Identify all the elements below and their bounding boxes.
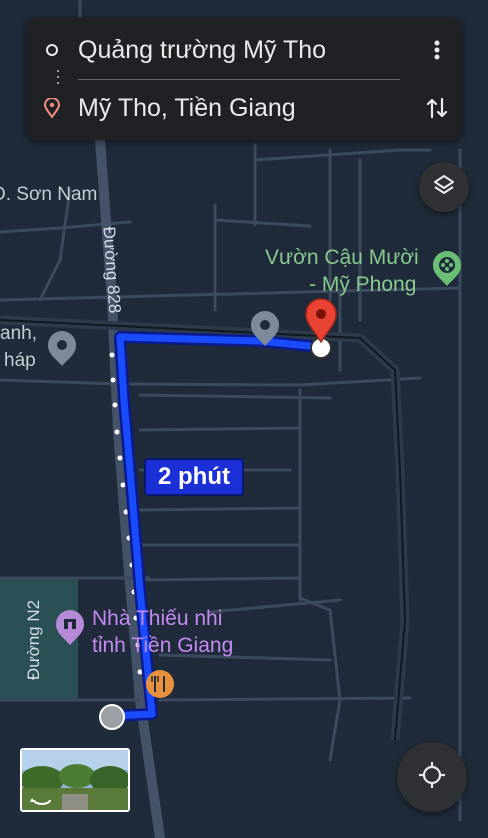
origin-row[interactable]: Quảng trường Mỹ Tho <box>26 24 462 76</box>
origin-text[interactable]: Quảng trường Mỹ Tho <box>78 36 412 65</box>
restaurant-pin-icon[interactable] <box>146 670 174 698</box>
route-duration-badge[interactable]: 2 phút <box>144 458 244 496</box>
destination-row[interactable]: Mỹ Tho, Tiền Giang <box>26 82 462 134</box>
directions-card: Quảng trường Mỹ Tho Mỹ Tho, Tiền Giang <box>26 18 462 140</box>
road-label-son-nam: Đ. Sơn Nam <box>0 184 98 205</box>
layers-button[interactable] <box>419 162 469 212</box>
layers-icon <box>432 173 456 202</box>
my-location-icon <box>417 760 447 795</box>
divider <box>78 79 400 80</box>
street-view-photo <box>22 750 128 810</box>
park-label-line2[interactable]: - Mỹ Phong <box>309 273 416 297</box>
partial-place-label-1: anh, <box>0 323 37 344</box>
my-location-button[interactable] <box>397 742 467 812</box>
partial-place-label-2: háp <box>4 350 36 371</box>
more-vert-icon[interactable] <box>412 40 462 60</box>
destination-text[interactable]: Mỹ Tho, Tiền Giang <box>78 94 412 123</box>
swap-icon[interactable] <box>412 96 462 120</box>
destination-pin-small-icon <box>26 98 78 118</box>
road-label-duong-n2: Đường N2 <box>24 599 44 681</box>
route-start-marker[interactable] <box>99 704 125 730</box>
youth-center-label-line2[interactable]: tỉnh Tiền Giang <box>92 634 233 658</box>
park-label-line1[interactable]: Vườn Cậu Mười <box>265 246 419 270</box>
street-view-thumbnail[interactable] <box>20 748 130 812</box>
youth-center-label-line1[interactable]: Nhà Thiếu nhi <box>92 607 222 631</box>
origin-circle-icon <box>26 44 78 56</box>
